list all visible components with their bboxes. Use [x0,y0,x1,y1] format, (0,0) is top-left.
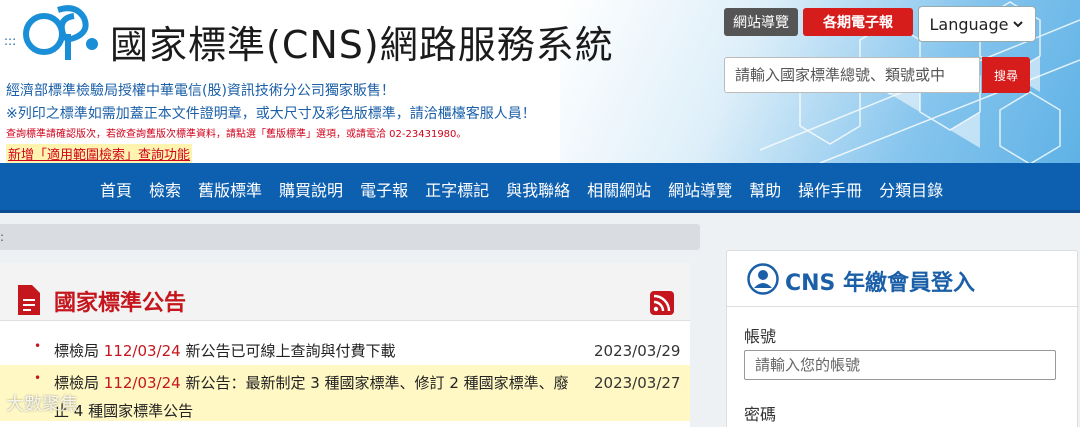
nav-item-manual[interactable]: 操作手冊 [798,177,862,201]
announcement-text[interactable]: 標檢局 112/03/24 新公告已可線上查詢與付費下載 [54,337,574,365]
login-header: CNS 年繳會員登入 [727,251,1079,307]
sitemap-button[interactable]: 網站導覽 [724,8,798,36]
language-label: Language [929,14,1009,34]
nav-item-sitemap[interactable]: 網站導覽 [668,177,732,201]
skip-link[interactable]: ::: [4,34,16,48]
search-input[interactable] [724,57,980,93]
password-label: 密碼 [744,405,777,424]
notice-print: ※列印之標準如需加蓋正本文件證明章，或大尺寸及彩色版標準，請洽櫃檯客服人員！ [6,106,536,122]
announcement-date: 2023/03/29 [594,342,681,360]
bullet-icon: • [34,339,42,353]
bullet-icon: • [34,371,42,385]
nav-item-links[interactable]: 相關網站 [587,177,651,201]
site-header: ::: 國家標準(CNS)網路服務系統 經濟部標準檢驗局授權中華電信(股)資訊技… [0,0,1080,163]
announcement-title: 國家標準公告 [54,291,187,316]
document-icon [18,285,40,315]
nav-item-epaper[interactable]: 電子報 [360,177,408,201]
chevron-down-icon [1013,21,1024,28]
site-title[interactable]: 國家標準(CNS)網路服務系統 [110,14,614,69]
nav-item-mark[interactable]: 正字標記 [425,177,489,201]
announcement-date: 2023/03/27 [594,374,681,392]
login-title: CNS 年繳會員登入 [785,271,976,296]
announcement-panel: 國家標準公告 • 標檢局 112/03/24 新公告已可線上查詢與付費下載 20… [0,263,690,427]
nav-item-home[interactable]: 首頁 [100,177,132,201]
announcement-header: 國家標準公告 [0,263,690,321]
cns-logo[interactable] [18,4,102,62]
language-select[interactable]: Language [918,6,1036,42]
list-item[interactable]: • 標檢局 112/03/24 新公告：最新制定 3 種國家標準、修訂 2 種國… [0,365,690,421]
new-feature-link[interactable]: 新增「適用範圍檢索」查詢功能 [6,144,193,163]
breadcrumb: : [0,224,700,250]
watermark: 大數聚焦 [6,394,78,415]
nav-item-help[interactable]: 幫助 [749,177,781,201]
list-item[interactable]: • 標檢局 112/03/24 新公告已可線上查詢與付費下載 2023/03/2… [0,333,690,365]
member-login-panel: CNS 年繳會員登入 帳號 密碼 [726,250,1079,427]
nav-item-search[interactable]: 檢索 [149,177,181,201]
rss-icon[interactable] [650,291,674,315]
announcement-text[interactable]: 標檢局 112/03/24 新公告：最新制定 3 種國家標準、修訂 2 種國家標… [54,369,574,425]
notice-authorization: 經濟部標準檢驗局授權中華電信(股)資訊技術分公司獨家販售！ [6,83,395,99]
account-field[interactable] [744,350,1056,380]
announcement-list: • 標檢局 112/03/24 新公告已可線上查詢與付費下載 2023/03/2… [0,333,690,421]
epaper-button[interactable]: 各期電子報 [803,8,913,36]
account-label: 帳號 [744,327,777,346]
nav-item-contact[interactable]: 與我聯絡 [506,177,570,201]
user-icon [747,263,779,295]
nav-item-old-standards[interactable]: 舊版標準 [198,177,262,201]
notice-version: 查詢標準請確認版次，若欲查詢舊版次標準資料，請點選「舊版標準」選項，或請電洽 0… [6,129,467,140]
nav-item-catalog[interactable]: 分類目錄 [879,177,943,201]
main-nav: 首頁 檢索 舊版標準 購買說明 電子報 正字標記 與我聯絡 相關網站 網站導覽 … [0,163,1080,213]
nav-item-purchase[interactable]: 購買說明 [279,177,343,201]
search-button[interactable]: 搜尋 [982,57,1030,93]
